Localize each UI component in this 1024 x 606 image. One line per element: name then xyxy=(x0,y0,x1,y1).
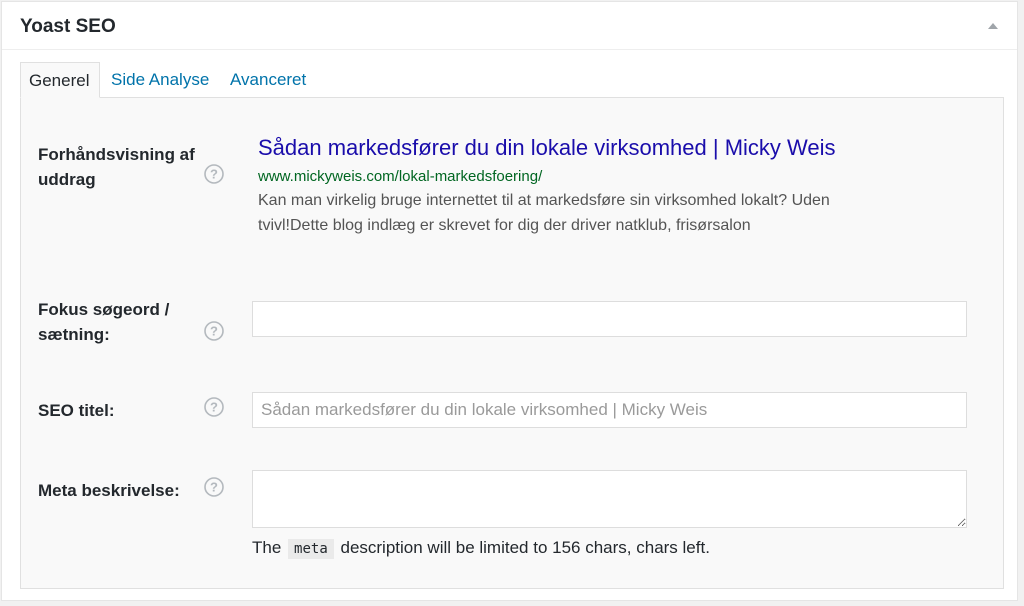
focus-keyword-help-button[interactable]: ? xyxy=(204,321,224,341)
help-question-icon: ? xyxy=(204,477,224,497)
svg-text:?: ? xyxy=(210,480,218,495)
svg-text:?: ? xyxy=(210,324,218,339)
seo-title-input[interactable] xyxy=(252,392,967,428)
focus-keyword-input[interactable] xyxy=(252,301,967,337)
tab-generel[interactable]: Generel xyxy=(20,62,100,98)
snippet-preview-label: Forhåndsvisning af uddrag xyxy=(38,145,195,189)
seo-title-help-button[interactable]: ? xyxy=(204,397,224,417)
help-question-icon: ? xyxy=(204,164,224,184)
svg-text:?: ? xyxy=(210,400,218,415)
collapse-toggle-button[interactable] xyxy=(983,18,1003,34)
note-text-after: description will be limited to 156 chars… xyxy=(340,538,710,557)
seo-title-label: SEO titel: xyxy=(38,401,115,420)
help-question-icon: ? xyxy=(204,321,224,341)
tab-panel-generel: Forhåndsvisning af uddrag ? Sådan marked… xyxy=(20,97,1004,589)
yoast-seo-metabox: Yoast SEO Generel Side Analyse Avanceret… xyxy=(1,1,1018,601)
meta-description-label: Meta beskrivelse: xyxy=(38,481,180,500)
metabox-title: Yoast SEO xyxy=(20,16,116,37)
meta-description-help-button[interactable]: ? xyxy=(204,477,224,497)
snippet-title-link[interactable]: Sådan markedsfører du din lokale virksom… xyxy=(258,135,836,161)
triangle-up-icon xyxy=(988,23,998,29)
snippet-url: www.mickyweis.com/lokal-markedsfoering/ xyxy=(258,168,543,185)
meta-description-note: The meta description will be limited to … xyxy=(252,535,710,562)
tab-avanceret[interactable]: Avanceret xyxy=(230,62,306,98)
note-text-before: The xyxy=(252,538,282,557)
tab-side-analyse[interactable]: Side Analyse xyxy=(111,62,209,98)
help-question-icon: ? xyxy=(204,397,224,417)
meta-code-tag: meta xyxy=(288,539,334,559)
snippet-description: Kan man virkelig bruge internettet til a… xyxy=(258,192,830,234)
svg-text:?: ? xyxy=(210,167,218,182)
focus-keyword-label: Fokus søgeord / sætning: xyxy=(38,300,170,344)
meta-description-textarea[interactable] xyxy=(252,470,967,528)
snippet-help-button[interactable]: ? xyxy=(204,164,224,184)
metabox-header[interactable]: Yoast SEO xyxy=(2,2,1017,50)
